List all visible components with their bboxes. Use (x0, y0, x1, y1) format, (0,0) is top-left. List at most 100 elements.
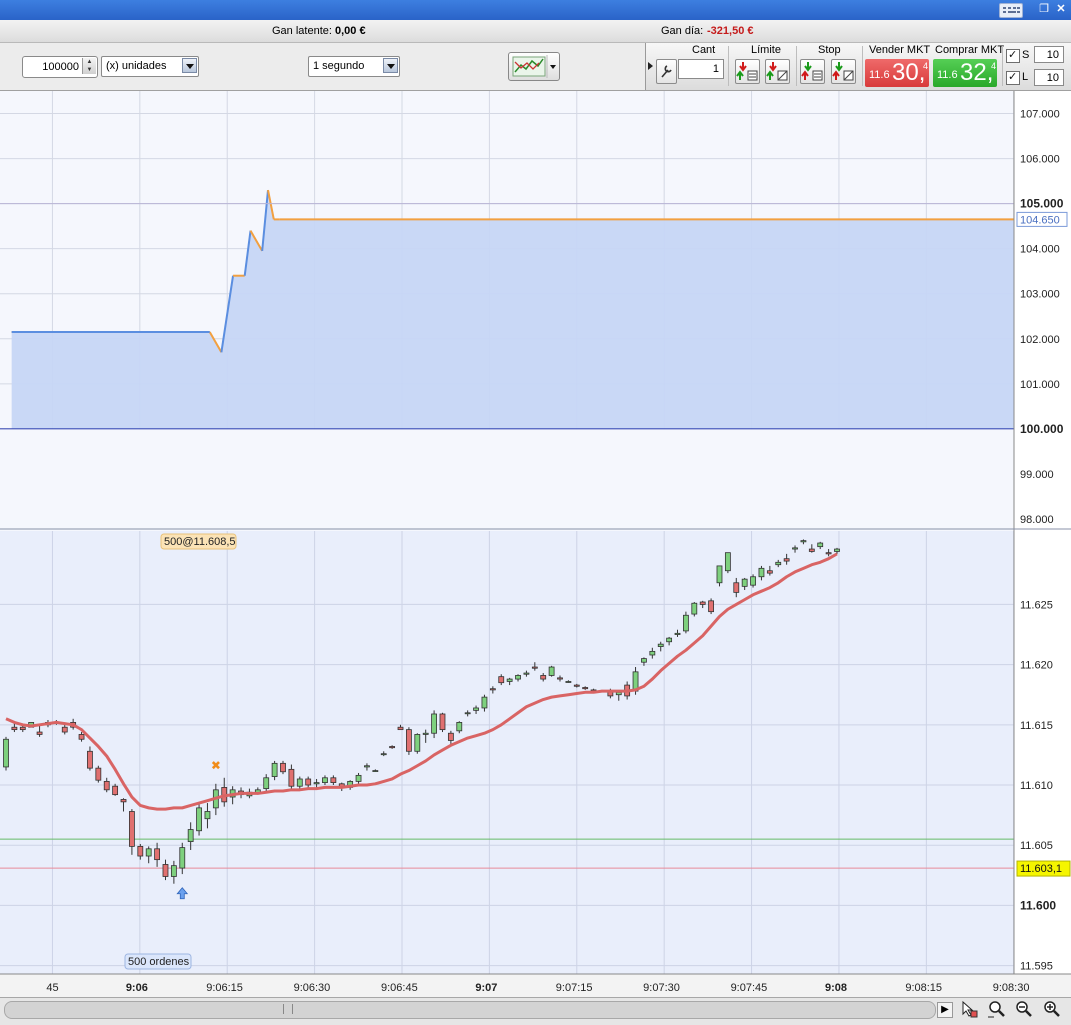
equity-y-tick-label: 99.000 (1020, 469, 1054, 481)
candle-body (708, 600, 714, 613)
l-checkbox[interactable] (1006, 70, 1020, 85)
candle-body (355, 774, 362, 782)
quantity-field[interactable]: 1 (678, 59, 724, 79)
l-label: L (1022, 71, 1029, 83)
candle-body (800, 540, 807, 543)
settings-button[interactable] (656, 59, 677, 84)
quantity-stepper[interactable]: 100000 ▲ ▼ (22, 56, 98, 78)
equity-y-tick-label: 100.000 (1020, 422, 1064, 436)
candle-body (716, 565, 723, 584)
candle-body (280, 762, 286, 773)
candle-body (103, 780, 110, 791)
candle-body (724, 552, 731, 572)
candle-body (288, 768, 295, 787)
time-scrollbar[interactable] (4, 1001, 936, 1019)
limit-label: Límite (751, 44, 781, 56)
keyboard-icon[interactable] (999, 3, 1023, 18)
time-tick-label: 9:08 (825, 982, 847, 994)
price-y-tick-label: 11.625 (1020, 599, 1053, 611)
candle-body (489, 688, 496, 691)
buy-mkt-label: Comprar MKT (935, 44, 1005, 56)
equity-y-tick-label: 105.000 (1020, 197, 1064, 211)
buy-market-button[interactable]: 11.6 32, 4 (933, 59, 997, 87)
candle-body (112, 785, 119, 796)
restore-window-icon[interactable]: ❐ (1037, 2, 1051, 16)
candle-body (447, 732, 454, 741)
candle-body (422, 732, 429, 735)
time-tick-label: 9:08:15 (905, 982, 942, 994)
scroll-right-icon[interactable]: ▶ (937, 1002, 953, 1018)
interval-value: 1 segundo (313, 60, 365, 72)
collapse-arrow-icon[interactable] (648, 62, 654, 70)
trading-window: ❐ ✕ Gan latente: 0,00 € Gan día: -321,50… (0, 0, 1071, 1025)
chart-type-button[interactable] (508, 52, 560, 81)
cant-label: Cant (692, 44, 716, 56)
candle-body (691, 602, 698, 615)
equity-current-value-tag: 104.650 (1020, 214, 1060, 226)
candle-body (296, 778, 303, 787)
price-y-tick-label: 11.610 (1020, 780, 1053, 792)
interval-select[interactable]: 1 segundo (308, 56, 400, 77)
candle-body (783, 558, 790, 562)
chevron-down-icon (383, 58, 398, 73)
equity-below-reference (0, 429, 1014, 532)
stepper-arrows-icon[interactable]: ▲ ▼ (82, 58, 96, 74)
candle-body (61, 726, 68, 733)
unit-mode-value: (x) unidades (106, 60, 167, 72)
sell-market-button[interactable]: 11.6 30, 4 (865, 59, 929, 87)
zoom-in-icon[interactable] (1043, 1000, 1061, 1018)
chart-scrollbar: ▶ (0, 997, 1071, 1025)
candle-body (548, 666, 555, 676)
time-tick-label: 9:07:30 (643, 982, 680, 994)
s-checkbox[interactable] (1006, 48, 1020, 63)
equity-y-tick-label: 104.000 (1020, 244, 1060, 256)
limit-buy-button[interactable] (765, 59, 790, 84)
chart-canvas[interactable]: 107.000 106.000 105.000 104.000 103.000 102.0… (0, 91, 1071, 997)
candle-body (464, 712, 471, 715)
stop-sell-button[interactable] (800, 59, 825, 84)
sell-mkt-label: Vender MKT (869, 44, 931, 56)
candle-body (78, 734, 85, 740)
stop-label: Stop (818, 44, 841, 56)
close-window-icon[interactable]: ✕ (1054, 2, 1068, 16)
cursor-icon[interactable] (960, 1000, 978, 1018)
price-pane-bg (0, 531, 1014, 974)
limit-buy-icon (766, 62, 788, 81)
candle-body (397, 726, 404, 731)
candle-body (817, 542, 824, 548)
candle-body (187, 829, 194, 842)
chevron-down-icon (182, 58, 197, 73)
price-y-tick-label: 11.600 (1020, 898, 1056, 912)
candle-body (523, 672, 530, 675)
stop-buy-button[interactable] (831, 59, 856, 84)
unit-mode-select[interactable]: (x) unidades (101, 56, 199, 77)
candle-body (87, 750, 93, 769)
time-tick-label: 9:07:15 (556, 982, 593, 994)
candle-body (11, 726, 18, 731)
candle-body (573, 684, 580, 687)
s-label: S (1022, 49, 1030, 61)
scroll-thumb-grip[interactable] (283, 1004, 293, 1014)
equity-y-tick-label: 107.000 (1020, 109, 1060, 121)
candle-body (741, 578, 748, 587)
account-status-bar: Gan latente: 0,00 € Gan día: -321,50 € (0, 20, 1071, 43)
zoom-out-icon[interactable] (1015, 1000, 1033, 1018)
s-quantity-field[interactable]: 10 (1034, 46, 1064, 63)
chart-area[interactable]: 107.000 106.000 105.000 104.000 103.000 102.0… (0, 91, 1071, 997)
candle-body (263, 777, 270, 790)
candle-body (372, 770, 379, 772)
daily-label: Gan día: (661, 25, 704, 37)
limit-sell-button[interactable] (735, 59, 760, 84)
zoom-fit-icon[interactable] (987, 1000, 1005, 1018)
unrealized-label: Gan latente: (272, 25, 332, 37)
time-tick-label: 45 (46, 982, 58, 994)
candle-body (154, 848, 160, 861)
candle-body (305, 778, 312, 786)
l-quantity-field[interactable]: 10 (1034, 69, 1064, 86)
candle-body (506, 678, 513, 682)
window-titlebar: ❐ ✕ (0, 0, 1071, 20)
time-tick-label: 9:07:45 (731, 982, 768, 994)
buy-price-main: 32, (960, 59, 994, 86)
candle-body (481, 696, 488, 709)
candle-body (582, 687, 589, 690)
